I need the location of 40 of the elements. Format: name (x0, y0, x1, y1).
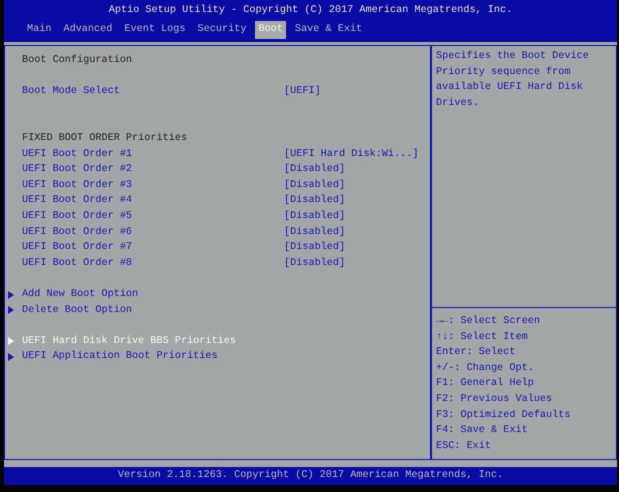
menu-tab[interactable]: Save & Exit (292, 21, 366, 39)
menu-tab[interactable]: Main (24, 21, 54, 39)
submenu-item[interactable]: Delete Boot Option (22, 302, 132, 318)
setting-value[interactable]: [Disabled] (284, 178, 346, 194)
setting-value[interactable]: [Disabled] (284, 256, 346, 272)
key-hint: F1: General Help (436, 376, 535, 392)
menu-tab[interactable]: Security (194, 21, 250, 39)
setting-label[interactable]: UEFI Boot Order #3 (22, 178, 132, 194)
setting-label[interactable]: UEFI Boot Order #8 (22, 256, 132, 272)
setting-value[interactable]: [UEFI] (284, 84, 321, 100)
submenu-item[interactable]: UEFI Application Boot Priorities (22, 349, 218, 365)
window-title: Aptio Setup Utility - Copyright (C) 2017 American Megatrends, Inc. (108, 4, 514, 18)
setting-label[interactable]: UEFI Boot Order #7 (22, 240, 132, 256)
setting-value[interactable]: [Disabled] (284, 193, 346, 209)
key-hint: Enter: Select (436, 346, 516, 360)
version-text: Version 2.18.1263. Copyright (C) 2017 American Megatrends, Inc. (118, 470, 504, 481)
setting-label[interactable]: Boot Mode Select (22, 84, 120, 100)
setting-label[interactable]: UEFI Boot Order #5 (22, 208, 132, 225)
key-hint: ↑↓: Select Item (436, 330, 529, 345)
menu-tab[interactable]: Event Logs (121, 21, 189, 39)
menu-tab[interactable]: Advanced (60, 21, 116, 39)
key-hint: →←: Select Screen (436, 314, 541, 329)
key-hint: F3: Optimized Defaults (436, 408, 572, 423)
setting-value[interactable]: [Disabled] (284, 208, 346, 225)
key-hint: F4: Save & Exit (436, 424, 529, 438)
setting-label[interactable]: UEFI Boot Order #4 (22, 193, 132, 209)
key-hint: F2: Previous Values (436, 392, 554, 407)
setting-value[interactable]: [Disabled] (284, 240, 346, 256)
setting-value[interactable]: [Disabled] (284, 224, 346, 240)
key-hint: ESC: Exit (436, 440, 492, 454)
setting-label[interactable]: UEFI Boot Order #2 (22, 162, 132, 178)
submenu-item[interactable]: Add New Boot Option (22, 286, 138, 302)
setting-label[interactable]: UEFI Boot Order #1 (22, 146, 132, 162)
help-text: Specifies the Boot Device Priority sequence from available UEFI Hard Disk Drives. (432, 46, 616, 308)
section-heading: FIXED BOOT ORDER Priorities (22, 132, 188, 146)
setting-value[interactable]: [UEFI Hard Disk:Wi...] (284, 146, 418, 162)
setting-value[interactable]: [Disabled] (284, 162, 346, 178)
section-heading: Boot Configuration (22, 54, 132, 68)
key-hint: +/-: Change Opt. (436, 362, 535, 376)
setting-label[interactable]: UEFI Boot Order #6 (22, 224, 132, 240)
